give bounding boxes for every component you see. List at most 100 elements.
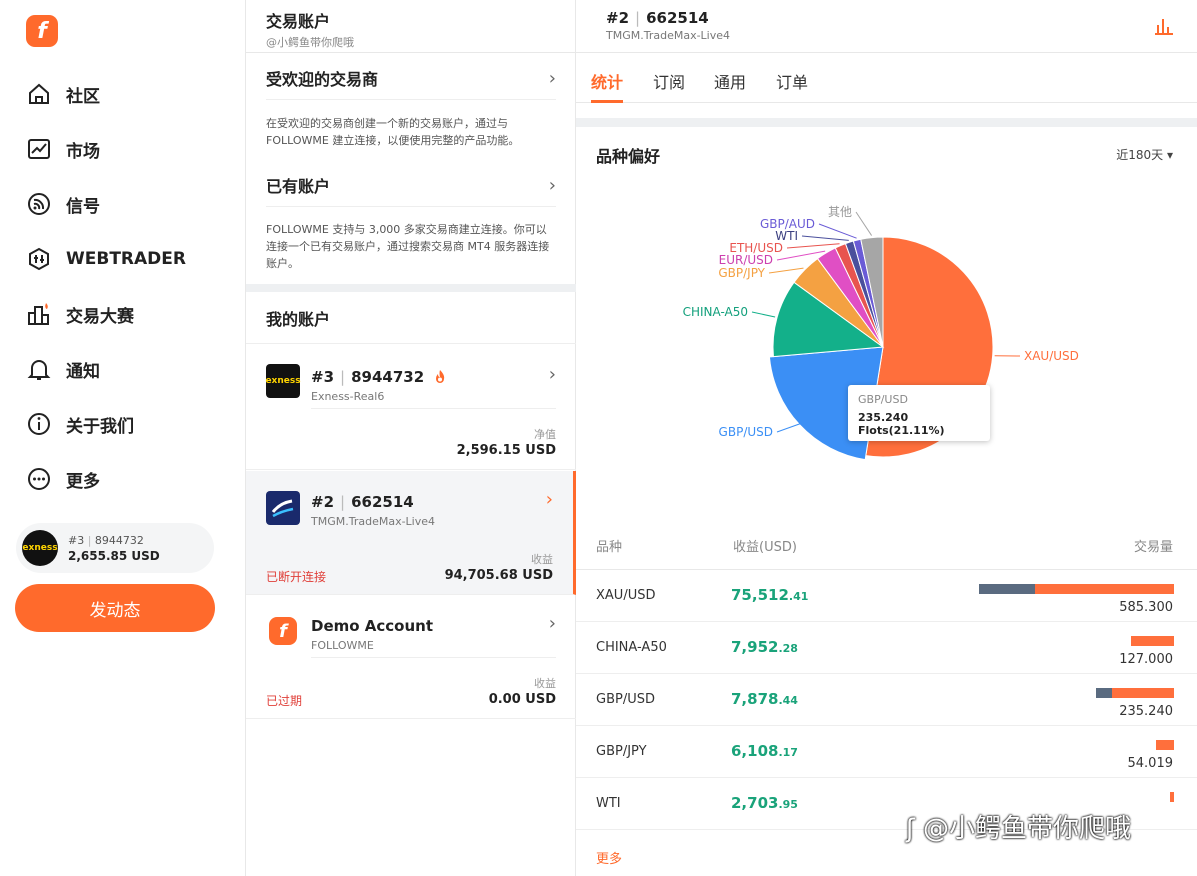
nav-community[interactable]: 社区: [26, 79, 100, 109]
account-value: 94,705.68 USD: [444, 568, 553, 583]
nav-about-label: 关于我们: [66, 416, 134, 437]
more-dots-icon: [28, 468, 50, 490]
signal-icon: [28, 193, 50, 215]
divider: [266, 99, 556, 100]
bar-chart-icon[interactable]: [1153, 16, 1175, 36]
info-icon: [28, 413, 50, 435]
exness-avatar: exness: [265, 364, 301, 398]
nav-signal-label: 信号: [66, 196, 100, 217]
fire-badge-icon: [436, 370, 445, 383]
row-volume: 585.300: [1119, 600, 1173, 615]
account-title: #3 | 8944732: [311, 368, 448, 386]
volume-bar-buy: [979, 584, 1035, 594]
account-card-tmgm[interactable]: #2 | 662514 TMGM.TradeMax-Live4 › 收益 已断开连接…: [246, 471, 576, 595]
table-row[interactable]: CHINA-A50 7,952.28 127.000: [576, 622, 1197, 674]
page-subtitle: @小鳄鱼带你爬哦: [266, 36, 354, 49]
nav-community-label: 社区: [66, 86, 100, 107]
nav-notify-label: 通知: [66, 361, 100, 382]
webtrader-icon: [29, 247, 49, 271]
sidebar: f 社区 市场 信号 WEBTRADER 交易大赛 通知 关于我们 更多 exn…: [0, 0, 246, 876]
nav-signal[interactable]: 信号: [26, 189, 100, 219]
nav-webtrader-label: WEBTRADER: [66, 249, 186, 269]
pnl-dec: .28: [778, 642, 798, 655]
watermark-logo-icon: ʃ: [906, 814, 915, 844]
watermark-text: @小鳄鱼带你爬哦: [923, 814, 1132, 844]
tab-orders[interactable]: 订单: [776, 69, 808, 93]
row-symbol: GBP/USD: [596, 692, 655, 707]
divider: [311, 408, 556, 409]
watermark: ʃ @小鳄鱼带你爬哦: [906, 808, 1131, 845]
period-select[interactable]: 近180天 ▾: [1116, 146, 1173, 163]
nav-market[interactable]: 市场: [26, 134, 100, 164]
nav-about[interactable]: 关于我们: [26, 409, 134, 439]
nav-contest[interactable]: 交易大赛: [26, 299, 134, 329]
col-pnl: 收益(USD): [733, 540, 797, 555]
row-symbol: XAU/USD: [596, 588, 656, 603]
account-server: FOLLOWME: [311, 639, 374, 652]
chart-tooltip: GBP/USD 235.240 Flots(21.11%): [848, 385, 990, 441]
account-balance: 2,655.85 USD: [68, 548, 160, 563]
contest-building-icon: [28, 303, 49, 325]
pnl-dec: .44: [778, 694, 798, 707]
nav-notify[interactable]: 通知: [26, 354, 100, 384]
account-number: 8944732: [94, 533, 144, 547]
pie-leader-line: [786, 243, 840, 249]
account-card-exness[interactable]: exness #3 | 8944732 Exness-Real6 › 净值 2,59…: [246, 346, 576, 470]
account-status: 已过期: [266, 694, 303, 708]
pie-leader-line: [776, 422, 802, 433]
account-id: #2: [311, 493, 335, 511]
section-gap: [246, 284, 576, 292]
symbol-preference-title: 品种偏好: [596, 147, 661, 166]
detail-id: #2: [606, 9, 630, 27]
accounts-panel: 交易账户 @小鳄鱼带你爬哦 受欢迎的交易商 › 在受欢迎的交易商创建一个新的交易…: [246, 0, 576, 876]
pie-leader-line: [818, 223, 857, 239]
account-status: 已断开连接: [266, 570, 327, 584]
followme-avatar: f: [269, 617, 297, 645]
pie-label: 其他: [828, 205, 852, 219]
row-symbol: GBP/JPY: [596, 744, 647, 759]
tab-subscribe[interactable]: 订阅: [653, 69, 685, 93]
divider: [311, 657, 556, 658]
existing-account-desc: FOLLOWME 支持与 3,000 多家交易商建立连接。你可以连接一个已有交易…: [266, 223, 550, 270]
nav-contest-label: 交易大赛: [66, 306, 134, 327]
nav-more[interactable]: 更多: [26, 464, 100, 494]
table-row[interactable]: XAU/USD 75,512.41 585.300: [576, 570, 1197, 622]
pnl-int: 7,878: [731, 690, 779, 708]
popular-brokers-row[interactable]: 受欢迎的交易商 ›: [266, 66, 556, 90]
pie-label: GBP/JPY: [718, 266, 765, 280]
symbol-pie-chart: XAU/USD GBP/USD CHINA-A50 GBP/JPY EUR/USD ETH…: [576, 180, 1197, 500]
table-row[interactable]: GBP/JPY 6,108.17 54.019: [576, 726, 1197, 778]
detail-number: 662514: [646, 9, 709, 27]
popular-brokers-title: 受欢迎的交易商: [266, 70, 379, 89]
detail-header: #2 | 662514 TMGM.TradeMax-Live4: [576, 0, 1197, 53]
account-id: #3: [311, 368, 335, 386]
pnl-dec: .95: [778, 798, 798, 811]
existing-account-row[interactable]: 已有账户 ›: [266, 173, 556, 197]
row-pnl: 7,878.44: [731, 690, 798, 708]
chevron-right-icon: ›: [548, 364, 556, 385]
pie-label: CHINA-A50: [683, 305, 748, 319]
row-volume: 235.240: [1119, 704, 1173, 719]
account-server: Exness-Real6: [311, 390, 385, 403]
pie-label: GBP/AUD: [760, 217, 815, 231]
tab-stats[interactable]: 统计: [591, 69, 623, 93]
accounts-header: 交易账户 @小鳄鱼带你爬哦: [246, 0, 576, 53]
followme-logo[interactable]: f: [26, 15, 58, 47]
volume-bar: [979, 584, 1174, 594]
pie-label: GBP/USD: [719, 425, 773, 439]
current-account-pill[interactable]: exness #3 | 8944732 2,655.85 USD: [16, 523, 214, 573]
pie-leader-line: [801, 235, 849, 241]
account-id: #3: [68, 533, 85, 547]
nav-webtrader[interactable]: WEBTRADER: [26, 244, 186, 274]
post-button[interactable]: 发动态: [15, 584, 215, 632]
table-row[interactable]: GBP/USD 7,878.44 235.240: [576, 674, 1197, 726]
account-card-demo[interactable]: f Demo Account FOLLOWME › 收益 已过期 0.00 US…: [246, 595, 576, 719]
tab-general[interactable]: 通用: [714, 69, 746, 93]
nav-more-label: 更多: [66, 471, 100, 492]
account-value-label: 收益: [531, 553, 553, 566]
more-link[interactable]: 更多: [596, 848, 622, 867]
nav-market-label: 市场: [66, 141, 100, 162]
row-pnl: 75,512.41: [731, 586, 808, 604]
pie-label: WTI: [775, 229, 798, 243]
account-avatar: exness: [22, 530, 58, 566]
